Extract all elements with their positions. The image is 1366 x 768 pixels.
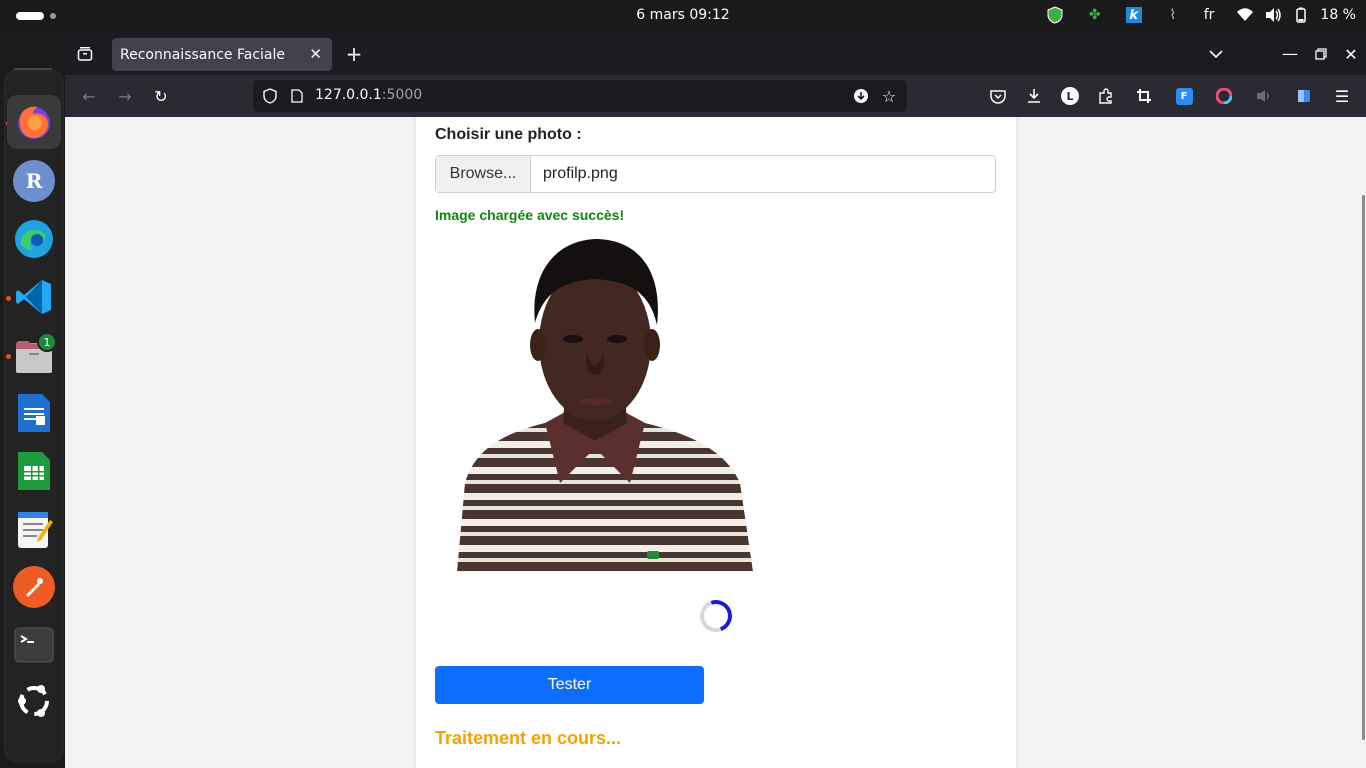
translate-extension-icon[interactable]: F xyxy=(1173,85,1195,107)
tracking-shield-icon[interactable] xyxy=(259,85,281,107)
text-editor-icon[interactable] xyxy=(13,508,55,550)
extensions-icon[interactable] xyxy=(1095,85,1117,107)
url-port: :5000 xyxy=(381,87,423,103)
status-menu[interactable]: 18 % xyxy=(1236,6,1356,24)
pocket-icon[interactable] xyxy=(987,85,1009,107)
system-tray: ✤ k ⌇ fr 18 % xyxy=(1046,6,1356,24)
url-text[interactable]: 127.0.0.1:5000 xyxy=(315,87,422,103)
crop-icon[interactable] xyxy=(1133,85,1155,107)
page-viewport: Choisir une photo : Browse... profilp.pn… xyxy=(65,117,1366,768)
edge-icon[interactable] xyxy=(13,218,55,260)
minimize-icon[interactable]: — xyxy=(1279,42,1301,64)
page-info-icon[interactable] xyxy=(286,85,308,107)
status-text: Traitement en cours... xyxy=(435,728,622,748)
volume-icon xyxy=(1264,6,1282,24)
close-window-icon[interactable]: ✕ xyxy=(1340,43,1362,65)
install-app-icon[interactable] xyxy=(850,85,872,107)
paperclip-icon[interactable]: ⌇ xyxy=(1164,6,1182,24)
success-message: Image chargée avec succès! xyxy=(435,207,625,223)
browse-button[interactable]: Browse... xyxy=(436,156,531,192)
running-indicator xyxy=(6,354,11,359)
upload-card: Choisir une photo : Browse... profilp.pn… xyxy=(416,117,1016,768)
loading-spinner xyxy=(694,594,738,638)
back-icon[interactable]: ← xyxy=(78,85,100,107)
terminal-icon[interactable] xyxy=(13,624,55,666)
audio-icon[interactable] xyxy=(1253,85,1275,107)
bookmark-star-icon[interactable]: ☆ xyxy=(878,85,900,107)
language-indicator[interactable]: fr xyxy=(1204,7,1215,23)
writer-icon[interactable] xyxy=(13,392,55,434)
tester-button[interactable]: Tester xyxy=(435,666,704,704)
r-icon[interactable]: R xyxy=(13,160,55,202)
reload-icon[interactable]: ↻ xyxy=(150,85,172,107)
battery-percent: 18 % xyxy=(1320,7,1356,23)
system-top-bar: 6 mars 09:12 ✤ k ⌇ fr 18 % xyxy=(0,0,1366,32)
tab-title: Reconnaissance Faciale xyxy=(120,46,286,63)
color-picker-icon[interactable] xyxy=(1213,85,1235,107)
vscode-icon[interactable] xyxy=(13,276,55,318)
shield-icon[interactable] xyxy=(1046,6,1064,24)
browser-tab-bar: Reconnaissance Faciale ✕ + — ✕ xyxy=(65,32,1366,75)
list-tabs-chevron-icon[interactable] xyxy=(1205,43,1227,65)
downloads-icon[interactable] xyxy=(1023,85,1045,107)
menu-icon[interactable]: ☰ xyxy=(1331,85,1353,107)
clover-icon[interactable]: ✤ xyxy=(1086,6,1104,24)
tab-reconnaissance-faciale[interactable]: Reconnaissance Faciale ✕ xyxy=(112,38,332,71)
maximize-icon[interactable] xyxy=(1310,43,1332,65)
k-app-icon[interactable]: k xyxy=(1125,7,1142,23)
battery-icon xyxy=(1292,6,1310,24)
ubuntu-icon[interactable] xyxy=(13,680,55,722)
postman-icon[interactable] xyxy=(13,566,55,608)
dock: R 1 xyxy=(0,32,65,768)
files-badge: 1 xyxy=(37,332,57,352)
url-host: 127.0.0.1 xyxy=(315,87,382,103)
forward-icon[interactable]: → xyxy=(114,85,136,107)
new-tab-icon[interactable]: + xyxy=(343,42,365,66)
url-bar[interactable]: 127.0.0.1:5000 ☆ xyxy=(253,80,907,112)
sidebar-extension-icon[interactable] xyxy=(1293,85,1315,107)
selected-filename: profilp.png xyxy=(543,165,618,182)
page-scrollbar[interactable] xyxy=(1362,195,1365,740)
wifi-icon xyxy=(1236,6,1254,24)
tab-overview-icon[interactable] xyxy=(74,43,96,65)
profile-l-letter: L xyxy=(1061,87,1079,105)
r-letter: R xyxy=(25,169,43,193)
choose-photo-label: Choisir une photo : xyxy=(435,126,582,143)
preview-photo xyxy=(435,233,771,572)
close-tab-icon[interactable]: ✕ xyxy=(309,45,322,63)
running-indicator xyxy=(6,296,11,301)
file-input[interactable]: Browse... profilp.png xyxy=(435,155,996,193)
profile-l-icon[interactable]: L xyxy=(1059,85,1081,107)
firefox-icon[interactable] xyxy=(7,95,61,149)
browser-nav-bar: ← → ↻ 127.0.0.1:5000 ☆ L F ☰ xyxy=(65,75,1366,117)
calc-icon[interactable] xyxy=(13,450,55,492)
